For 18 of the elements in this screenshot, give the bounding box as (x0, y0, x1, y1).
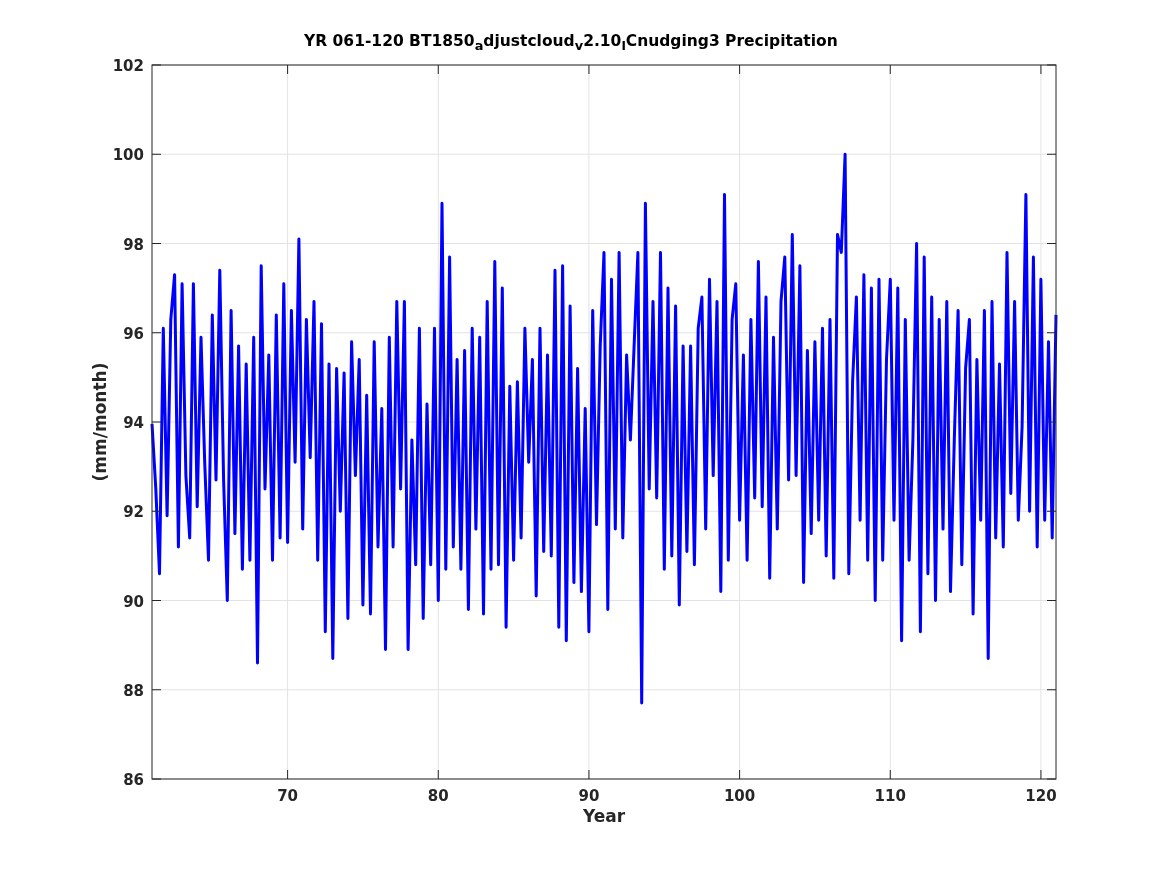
x-tick-label: 100 (723, 787, 756, 805)
x-axis-label: Year (582, 806, 626, 826)
y-tick-label: 90 (123, 592, 144, 611)
y-axis-label: (mm/month) (90, 362, 110, 482)
y-tick-label: 94 (123, 414, 144, 432)
y-tick-label: 98 (123, 235, 144, 254)
y-tick-label: 88 (123, 681, 144, 700)
x-tick-label: 70 (277, 787, 299, 805)
x-tick-label: 80 (427, 787, 449, 805)
x-tick-label: 110 (874, 787, 906, 805)
x-tick-label: 120 (1025, 787, 1057, 805)
x-tick-label: 90 (578, 787, 600, 805)
y-tick-label: 86 (123, 771, 144, 789)
y-tick-label: 102 (112, 57, 144, 75)
y-tick-label: 96 (123, 324, 144, 343)
chart-title: YR 061-120 BT1850$_{a}$djustcloud$_{v}$2.10$_{l}$Cnudging3 Precipitation (304, 32, 838, 54)
y-tick-label: 100 (112, 146, 144, 165)
y-tick-label: 92 (123, 503, 144, 522)
